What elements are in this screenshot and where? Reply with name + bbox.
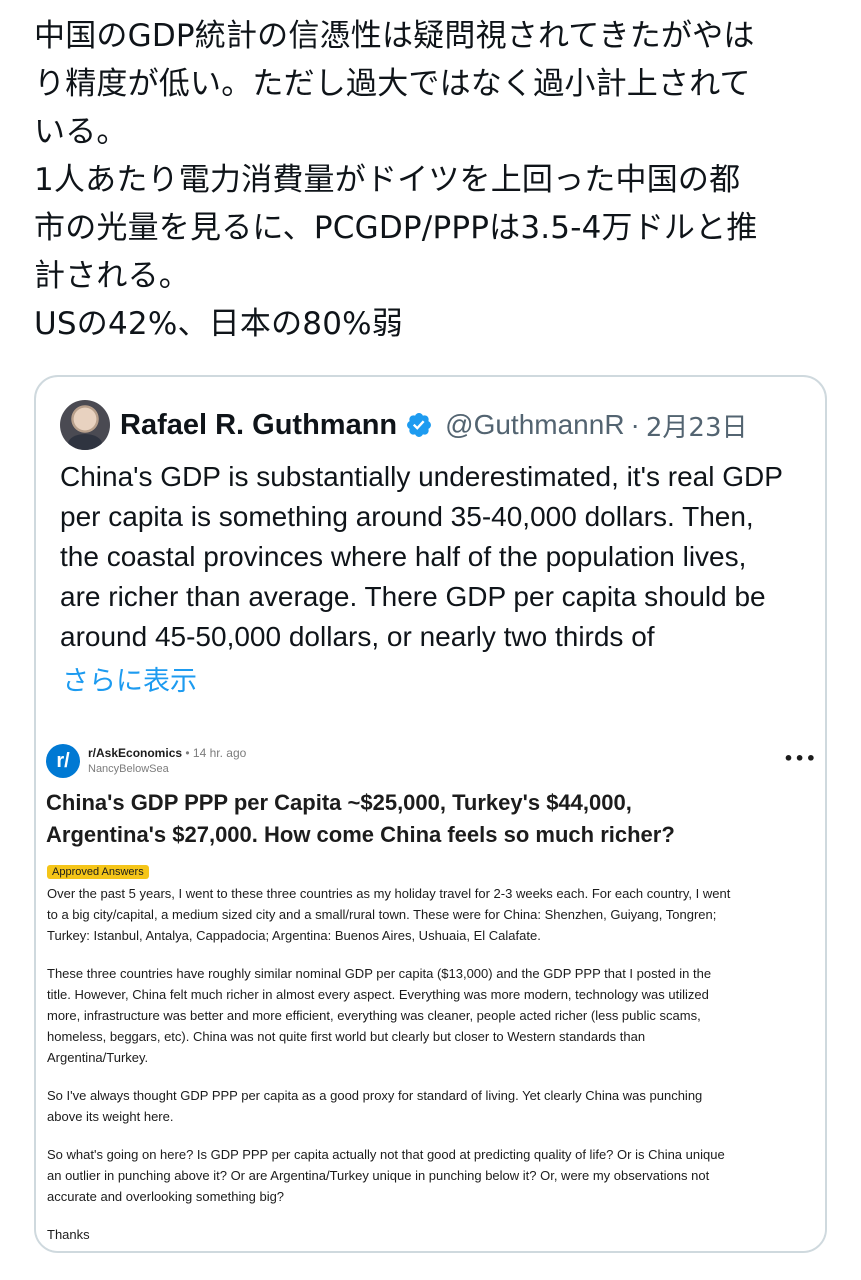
author-name[interactable]: Rafael R. Guthmann — [120, 409, 397, 442]
post-paragraph: Over the past 5 years, I went to these t… — [47, 883, 817, 946]
tweet-line: 計される。 — [34, 258, 190, 294]
quoted-line: China's GDP is substantially underestima… — [60, 461, 783, 492]
post-author: NancyBelowSea — [88, 763, 169, 775]
reddit-logo-icon: r/ — [46, 744, 80, 778]
post-line: above its weight here. — [47, 1109, 174, 1124]
post-line: So what's going on here? Is GDP PPP per … — [47, 1147, 725, 1162]
post-line: These three countries have roughly simil… — [47, 966, 712, 981]
post-paragraph: These three countries have roughly simil… — [47, 963, 817, 1068]
post-line: Thanks — [47, 1227, 90, 1242]
post-line: Argentina/Turkey. — [47, 1050, 149, 1065]
post-line: Turkey: Istanbul, Antalya, Cappadocia; A… — [47, 928, 541, 943]
post-line: an outlier in punching above it? Or are … — [47, 1168, 710, 1183]
quoted-line: are richer than average. There GDP per c… — [60, 581, 766, 612]
post-body: Over the past 5 years, I went to these t… — [47, 883, 817, 1251]
tweet-text: 中国のGDP統計の信憑性は疑問視されてきたがやは り精度が低い。ただし過大ではな… — [34, 12, 834, 348]
post-title: China's GDP PPP per Capita ~$25,000, Tur… — [46, 787, 806, 851]
quoted-tweet-card[interactable]: Rafael R. Guthmann @GuthmannR · 2月23日 Ch… — [34, 375, 827, 1253]
tweet-line: USの42%、日本の80%弱 — [34, 306, 403, 342]
post-line: more, infrastructure was better and more… — [47, 1008, 701, 1023]
post-line: accurate and overlooking something big? — [47, 1189, 285, 1204]
quoted-line: the coastal provinces where half of the … — [60, 541, 747, 572]
post-line: So I've always thought GDP PPP per capit… — [47, 1088, 703, 1103]
tweet-line: 1人あたり電力消費量がドイツを上回った中国の都 — [34, 162, 741, 198]
tweet-line: り精度が低い。ただし過大ではなく過小計上されて — [34, 66, 751, 102]
post-line: title. However, China felt much richer i… — [47, 987, 709, 1002]
subreddit-line: r/AskEconomics • 14 hr. ago — [88, 746, 246, 760]
verified-badge-icon — [407, 413, 432, 437]
quoted-line: around 45-50,000 dollars, or nearly two … — [60, 621, 655, 652]
avatar[interactable] — [60, 400, 110, 450]
quoted-tweet-body: China's GDP is substantially underestima… — [60, 457, 810, 657]
tweet-line: 市の光量を見るに、PCGDP/PPPは3.5-4万ドルと推 — [34, 210, 758, 246]
subreddit-name: r/AskEconomics — [88, 746, 183, 760]
tweet-line: いる。 — [34, 114, 128, 150]
quoted-tweet-header: Rafael R. Guthmann @GuthmannR · 2月23日 — [60, 399, 748, 451]
post-line: Over the past 5 years, I went to these t… — [47, 886, 731, 901]
more-options-icon: ••• — [783, 749, 817, 768]
post-title-line: Argentina's $27,000. How come China feel… — [46, 822, 675, 847]
reddit-post-image[interactable]: r/ r/AskEconomics • 14 hr. ago NancyBelo… — [36, 713, 825, 1251]
author-handle[interactable]: @GuthmannR — [445, 409, 624, 441]
approved-answers-badge: Approved Answers — [47, 865, 149, 879]
separator-dot: · — [630, 409, 640, 440]
tweet-date[interactable]: 2月23日 — [646, 407, 748, 444]
quoted-line: per capita is something around 35-40,000… — [60, 501, 754, 532]
post-line: homeless, beggars, etc). China was not q… — [47, 1029, 646, 1044]
post-time: • 14 hr. ago — [185, 746, 247, 760]
post-paragraph: So what's going on here? Is GDP PPP per … — [47, 1144, 817, 1207]
post-line: to a big city/capital, a medium sized ci… — [47, 907, 717, 922]
tweet-line: 中国のGDP統計の信憑性は疑問視されてきたがやは — [34, 18, 755, 54]
post-title-line: China's GDP PPP per Capita ~$25,000, Tur… — [46, 790, 632, 815]
show-more-link[interactable]: さらに表示 — [62, 659, 197, 698]
post-paragraph: Thanks — [47, 1224, 817, 1245]
post-paragraph: So I've always thought GDP PPP per capit… — [47, 1085, 817, 1127]
